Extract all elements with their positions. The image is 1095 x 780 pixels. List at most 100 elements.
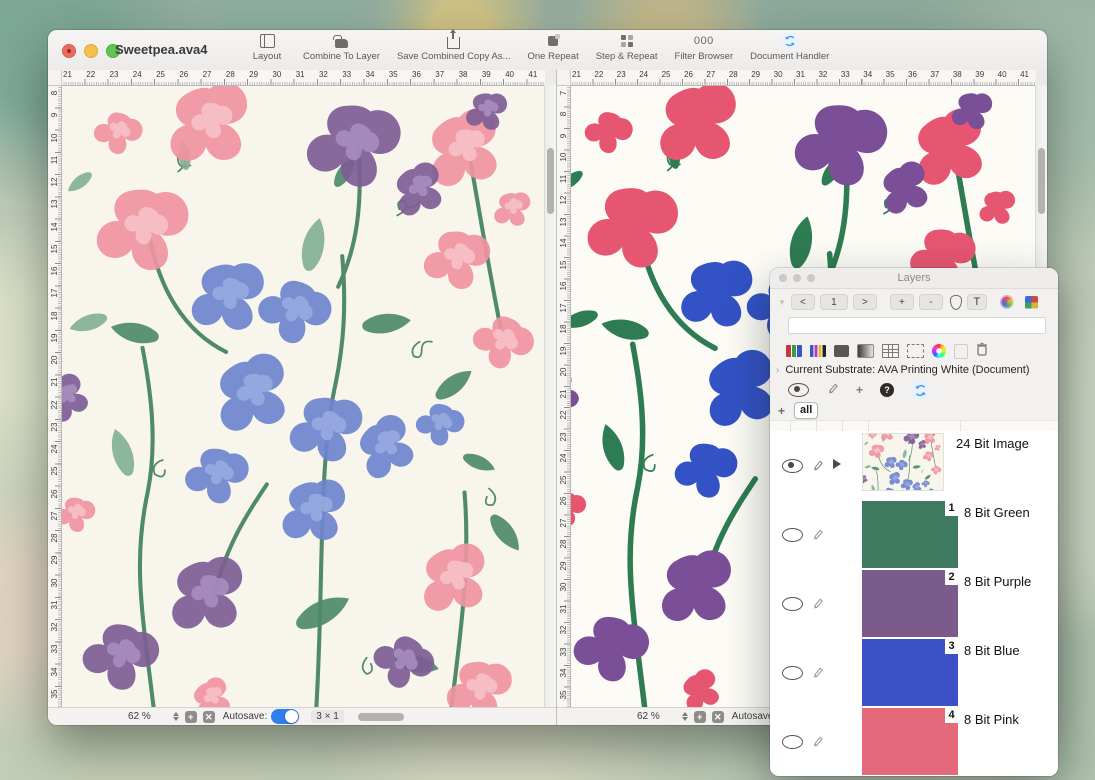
titlebar: Sweetpea.ava4 Layout Combine To Layer Sa… (48, 30, 1047, 71)
layer-row-8-bit-blue[interactable]: 3 8 Bit Blue (770, 638, 1058, 707)
sync-icon[interactable] (911, 381, 929, 399)
layout-button[interactable]: Layout (248, 33, 286, 62)
gradient-icon[interactable] (857, 344, 874, 358)
layer-visibility-toggle[interactable] (782, 597, 803, 611)
desktop-background: { "window": { "title": "Sweetpea.ava4", … (0, 0, 1095, 780)
zoom-level[interactable]: 62 % (128, 711, 151, 722)
save-combined-copy-button[interactable]: Save Combined Copy As... (397, 33, 511, 62)
zoom-level[interactable]: 62 % (637, 711, 660, 722)
layer-name: 8 Bit Blue (964, 643, 1020, 658)
close-button[interactable] (62, 44, 76, 58)
zoom-stepper[interactable] (173, 712, 179, 721)
one-repeat-button[interactable]: One Repeat (527, 33, 578, 62)
autosave-label: Autosave: (223, 711, 267, 722)
current-substrate-label: Current Substrate: AVA Printing White (D… (785, 364, 1029, 376)
layer-name: 8 Bit Pink (964, 712, 1019, 727)
close-view-button[interactable]: ✕ (203, 711, 215, 723)
pencil-icon[interactable] (811, 596, 824, 615)
next-page-button[interactable]: > (853, 294, 877, 310)
color-wheel-icon[interactable] (932, 344, 946, 358)
document-handler-button[interactable]: Document Handler (750, 33, 829, 62)
vertical-ruler: 7891011121314151617181920212223242526272… (557, 85, 571, 708)
vertical-scrollbar[interactable] (544, 85, 556, 708)
chevron-down-icon[interactable]: ▼ (778, 298, 786, 307)
layer-thumbnail (862, 433, 944, 491)
add-icon[interactable]: + (856, 383, 863, 397)
shape-tool-button[interactable] (950, 294, 962, 310)
grid-icon[interactable] (882, 344, 899, 358)
solid-fill-icon[interactable] (834, 345, 849, 357)
combine-to-layer-icon (335, 33, 348, 49)
add-view-button[interactable]: + (694, 711, 706, 723)
layer-color-swatch[interactable]: 2 (862, 570, 958, 637)
add-view-button[interactable]: + (185, 711, 197, 723)
layers-panel-window-buttons[interactable] (779, 274, 815, 282)
palette-button[interactable] (1000, 294, 1014, 310)
layer-visibility-toggle[interactable] (782, 459, 803, 473)
pencil-icon[interactable] (826, 381, 839, 400)
layer-name: 8 Bit Purple (964, 574, 1031, 589)
disclosure-icon[interactable]: › (776, 365, 779, 376)
pencil-icon[interactable] (811, 527, 824, 546)
remove-button[interactable]: - (919, 294, 943, 310)
layer-color-swatch[interactable]: 1 (862, 501, 958, 568)
substrate-row[interactable]: › Current Substrate: AVA Printing White … (770, 361, 1058, 379)
toolbar: Layout Combine To Layer Save Combined Co… (248, 33, 829, 62)
layer-row-8-bit-purple[interactable]: 2 8 Bit Purple (770, 569, 1058, 638)
blob-icon (950, 295, 962, 310)
layer-color-swatch[interactable]: 4 (862, 708, 958, 775)
marquee-selection-icon[interactable] (907, 344, 924, 358)
add-button[interactable]: + (890, 294, 914, 310)
save-combined-copy-icon (447, 33, 460, 49)
layers-panel-titlebar[interactable]: Layers (770, 268, 1058, 289)
horizontal-scrollbar-thumb[interactable] (358, 713, 404, 721)
vertical-scrollbar-thumb[interactable] (1038, 148, 1045, 214)
trash-icon[interactable] (976, 342, 988, 361)
pencil-icon[interactable] (811, 734, 824, 753)
zoom-stepper[interactable] (682, 712, 688, 721)
page-number-field[interactable]: 1 (820, 294, 848, 310)
document-handler-icon (782, 33, 798, 49)
visibility-eye-icon[interactable] (788, 383, 809, 397)
pencil-icon[interactable] (811, 458, 824, 477)
combine-to-layer-button[interactable]: Combine To Layer (303, 33, 380, 62)
close-view-button[interactable]: ✕ (712, 711, 724, 723)
all-layers-button[interactable]: all (794, 402, 818, 419)
layer-visibility-toggle[interactable] (782, 735, 803, 749)
layers-list: 24 Bit Image 1 8 Bit Green 2 8 Bit Purpl… (770, 431, 1058, 776)
layer-row-24-bit-image[interactable]: 24 Bit Image (770, 431, 1058, 500)
autosave-toggle[interactable] (271, 709, 299, 724)
layer-visibility-toggle[interactable] (782, 666, 803, 680)
pattern-canvas[interactable] (61, 85, 545, 708)
layer-row-8-bit-pink[interactable]: 4 8 Bit Pink (770, 707, 1058, 776)
pattern-artwork-left (61, 85, 545, 708)
disclosure-triangle-icon[interactable] (833, 459, 841, 469)
add-layer-button[interactable]: + (778, 404, 785, 418)
layer-name-field[interactable] (788, 317, 1046, 334)
layers-panel: Layers ▼ < 1 > + - T › Current Substrate… (770, 268, 1058, 776)
step-and-repeat-button[interactable]: Step & Repeat (596, 33, 658, 62)
vertical-scrollbar-thumb[interactable] (547, 148, 554, 214)
vertical-ruler: 8910111213141516171819202122232425262728… (48, 85, 62, 708)
pencil-icon[interactable] (811, 665, 824, 684)
layer-row-8-bit-green[interactable]: 1 8 Bit Green (770, 500, 1058, 569)
layout-icon (260, 33, 275, 49)
repeat-count: 3 × 1 (311, 710, 344, 723)
horizontal-ruler: 2122232425262728293031323334353637383940… (61, 70, 545, 86)
layer-color-swatch[interactable]: 3 (862, 639, 958, 706)
step-and-repeat-icon (621, 33, 633, 49)
rgb-channels-icon[interactable] (786, 345, 802, 357)
mosaic-button[interactable] (1025, 294, 1038, 310)
minimize-button[interactable] (84, 44, 98, 58)
traffic-lights (62, 44, 120, 58)
blank-page-icon[interactable] (954, 344, 968, 359)
layer-visibility-toggle[interactable] (782, 528, 803, 542)
ruler-corner (557, 70, 571, 86)
help-button[interactable]: ? (880, 383, 894, 397)
mosaic-icon (1025, 296, 1038, 309)
cmyk-channels-icon[interactable] (810, 345, 826, 357)
text-tool-button[interactable]: T (967, 294, 987, 310)
layer-name: 8 Bit Green (964, 505, 1030, 520)
filter-browser-button[interactable]: 000 Filter Browser (675, 33, 734, 62)
prev-page-button[interactable]: < (791, 294, 815, 310)
